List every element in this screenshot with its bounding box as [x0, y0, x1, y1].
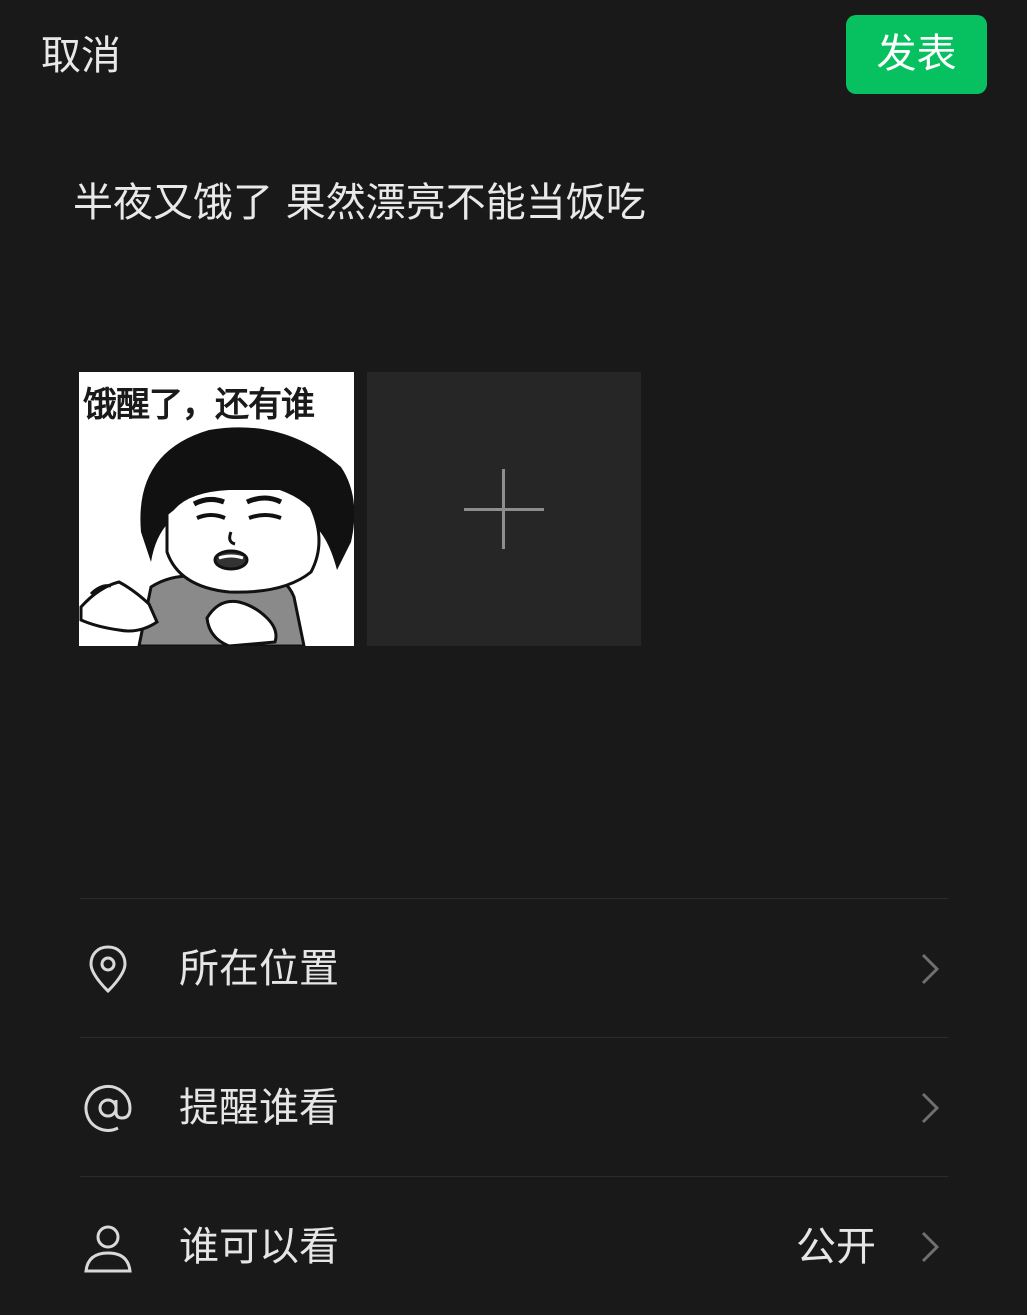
- cancel-button[interactable]: 取消: [41, 30, 121, 82]
- person-icon: [84, 1225, 132, 1273]
- top-bar: 取消 发表: [0, 0, 1027, 110]
- option-value: 公开: [796, 1224, 876, 1270]
- location-pin-icon: [89, 945, 127, 994]
- add-image-button[interactable]: [367, 372, 641, 646]
- option-location[interactable]: 所在位置: [80, 899, 948, 1037]
- post-text-input[interactable]: 半夜又饿了 果然漂亮不能当饭吃: [73, 175, 646, 231]
- publish-button[interactable]: 发表: [846, 15, 987, 94]
- chevron-right-icon: [921, 1092, 940, 1124]
- option-label: 提醒谁看: [179, 1085, 339, 1131]
- attached-image[interactable]: 饿醒了，还有谁: [79, 372, 354, 646]
- meme-caption: 饿醒了，还有谁: [83, 385, 315, 425]
- option-visibility[interactable]: 谁可以看 公开: [80, 1177, 948, 1315]
- option-remind[interactable]: 提醒谁看: [80, 1038, 948, 1176]
- chevron-right-icon: [921, 1231, 940, 1263]
- option-label: 所在位置: [179, 946, 339, 992]
- option-label: 谁可以看: [179, 1224, 339, 1270]
- chevron-right-icon: [921, 953, 940, 985]
- at-sign-icon: [84, 1084, 132, 1132]
